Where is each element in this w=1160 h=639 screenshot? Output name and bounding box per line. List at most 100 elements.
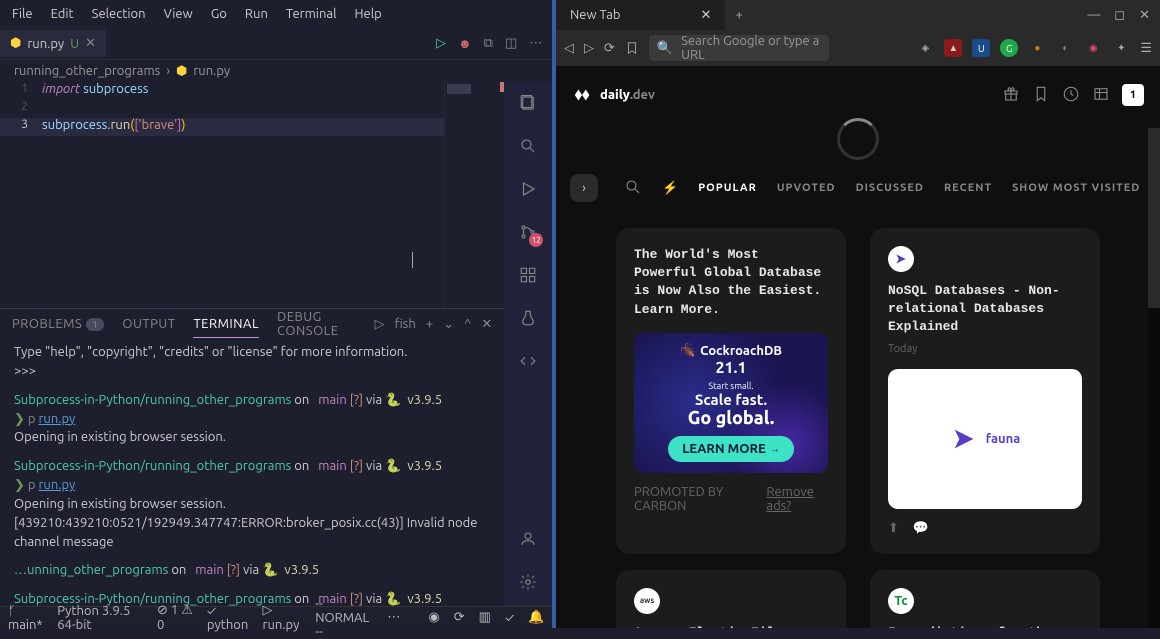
extension-icon[interactable]: ◉ bbox=[1084, 39, 1102, 57]
status-branch[interactable]: ᚶ main* bbox=[8, 604, 43, 632]
close-panel-icon[interactable]: ✕ bbox=[481, 317, 492, 332]
close-window-icon[interactable]: ✕ bbox=[1139, 8, 1150, 23]
scrollbar[interactable] bbox=[1148, 128, 1160, 628]
site-logo[interactable]: daily.dev bbox=[572, 84, 655, 106]
nav-popular[interactable]: POPULAR bbox=[698, 182, 757, 194]
line-number: 1 bbox=[0, 82, 42, 100]
feed-card[interactable]: aws Amazon Elastic File bbox=[616, 570, 846, 628]
bookmark-icon[interactable] bbox=[625, 41, 639, 55]
editor-tab[interactable]: ⬢ run.py U ✕ bbox=[0, 30, 106, 57]
tab-close-icon[interactable]: ✕ bbox=[701, 8, 712, 23]
code-editor[interactable]: 1 import subprocess 2 3 subprocess.run([… bbox=[0, 82, 444, 308]
menu-selection[interactable]: Selection bbox=[84, 3, 154, 25]
reload-icon[interactable]: ⟳ bbox=[604, 41, 615, 56]
maximize-panel-icon[interactable]: ^ bbox=[464, 317, 471, 331]
nav-upvoted[interactable]: UPVOTED bbox=[777, 182, 836, 194]
grid-icon[interactable] bbox=[1092, 85, 1110, 106]
panel-tab-debug[interactable]: DEBUG CONSOLE bbox=[277, 304, 357, 344]
python-icon: ⬢ bbox=[10, 36, 21, 51]
status-layout-icon[interactable]: ▥ bbox=[479, 610, 491, 625]
shell-name[interactable]: fish bbox=[395, 317, 416, 331]
extension-icon[interactable]: ◐ bbox=[1056, 39, 1074, 57]
extensions-menu-icon[interactable]: ✦ bbox=[1112, 39, 1130, 57]
feed-card-ad[interactable]: The World's Most Powerful Global Databas… bbox=[616, 228, 846, 554]
tab-git-status: U bbox=[70, 37, 79, 51]
python-icon: ⬢ bbox=[176, 64, 187, 79]
page-content: daily.dev 1 › ⚡ POPULAR UPVOTED DISCUSSE… bbox=[556, 66, 1160, 628]
split-editor-icon[interactable]: ◫ bbox=[505, 36, 517, 51]
status-bell-icon[interactable]: 🔔 bbox=[528, 610, 544, 625]
hamburger-menu-icon[interactable]: ☰ bbox=[1140, 41, 1152, 56]
search-icon[interactable] bbox=[624, 178, 642, 199]
menu-file[interactable]: File bbox=[4, 3, 41, 25]
promo-label: PROMOTED BY CARBON bbox=[634, 485, 752, 513]
maximize-icon[interactable]: ◻ bbox=[1114, 8, 1125, 23]
status-sync-icon[interactable]: ⟳ bbox=[454, 610, 465, 625]
source-logo-icon: aws bbox=[634, 588, 660, 614]
account-icon[interactable] bbox=[519, 530, 537, 551]
panel-tab-terminal[interactable]: TERMINAL bbox=[193, 311, 259, 338]
expand-sidebar-icon[interactable]: › bbox=[570, 174, 598, 202]
history-icon[interactable] bbox=[1062, 85, 1080, 106]
menu-terminal[interactable]: Terminal bbox=[278, 3, 345, 25]
forward-icon[interactable]: ▷ bbox=[584, 41, 594, 56]
testing-icon[interactable] bbox=[519, 309, 537, 330]
bottom-panel: PROBLEMS1 OUTPUT TERMINAL DEBUG CONSOLE … bbox=[0, 308, 504, 606]
panel-tab-output[interactable]: OUTPUT bbox=[122, 311, 175, 337]
url-bar[interactable]: 🔍 Search Google or type a URL bbox=[649, 35, 829, 61]
terminal[interactable]: Type "help", "copyright", "credits" or "… bbox=[0, 339, 504, 606]
source-control-icon[interactable]: 12 bbox=[519, 223, 537, 244]
menu-help[interactable]: Help bbox=[346, 3, 389, 25]
menu-edit[interactable]: Edit bbox=[43, 3, 82, 25]
bookmark-icon[interactable] bbox=[1032, 85, 1050, 106]
explorer-icon[interactable] bbox=[519, 94, 537, 115]
back-icon[interactable]: ◁ bbox=[564, 41, 574, 56]
remove-ads-link[interactable]: Remove ads? bbox=[766, 485, 828, 513]
extensions-icon[interactable] bbox=[519, 266, 537, 287]
settings-gear-icon[interactable] bbox=[519, 573, 537, 594]
status-prettier-icon[interactable]: ✓ bbox=[505, 611, 514, 625]
feed-card[interactable]: Tc 5 predictions for the bbox=[870, 570, 1100, 628]
run-debug-icon[interactable] bbox=[519, 180, 537, 201]
brave-shield-icon[interactable]: ◈ bbox=[916, 39, 934, 57]
split-terminal-icon[interactable]: ⌄ bbox=[443, 317, 454, 332]
minimap[interactable] bbox=[444, 82, 504, 308]
paren: ) bbox=[181, 118, 185, 132]
menu-view[interactable]: View bbox=[156, 3, 201, 25]
feed-card[interactable]: NoSQL Databases - Non-relational Databas… bbox=[870, 228, 1100, 554]
upvote-icon[interactable]: ⬆ bbox=[888, 521, 899, 536]
extension-icon[interactable]: U bbox=[972, 39, 990, 57]
extension-icon[interactable]: ▲ bbox=[944, 39, 962, 57]
run-file-icon[interactable]: ▷ bbox=[436, 36, 446, 51]
extension-icon[interactable]: G bbox=[1000, 39, 1018, 57]
status-python[interactable]: Python 3.9.5 64-bit bbox=[57, 604, 143, 632]
search-icon[interactable] bbox=[519, 137, 537, 158]
gift-icon[interactable] bbox=[1002, 85, 1020, 106]
vim-status-icon[interactable]: ☻ bbox=[458, 36, 472, 51]
browser-tab[interactable]: New Tab ✕ bbox=[556, 0, 725, 30]
compare-icon[interactable]: ⧉ bbox=[484, 36, 493, 51]
extension-icon[interactable]: ● bbox=[1028, 39, 1046, 57]
status-vim[interactable]: ✓ python bbox=[207, 604, 249, 632]
more-actions-icon[interactable]: ⋯ bbox=[529, 36, 542, 51]
shell-launch-icon[interactable]: ▷ bbox=[375, 317, 385, 332]
comment-icon[interactable]: 💬 bbox=[913, 521, 929, 536]
bolt-icon[interactable]: ⚡ bbox=[662, 181, 678, 196]
notification-badge[interactable]: 1 bbox=[1122, 84, 1144, 106]
nav-discussed[interactable]: DISCUSSED bbox=[856, 182, 924, 194]
remote-icon[interactable] bbox=[519, 352, 537, 373]
breadcrumb-folder: running_other_programs bbox=[14, 64, 160, 78]
panel-tab-problems[interactable]: PROBLEMS1 bbox=[12, 311, 104, 337]
tab-close-icon[interactable]: ✕ bbox=[85, 36, 96, 51]
menu-go[interactable]: Go bbox=[203, 3, 235, 25]
breadcrumb[interactable]: running_other_programs › ⬢ run.py bbox=[0, 60, 552, 82]
nav-show-visited[interactable]: SHOW MOST VISITED bbox=[1012, 182, 1140, 194]
status-more[interactable]: ⋯ bbox=[387, 610, 400, 625]
new-terminal-icon[interactable]: + bbox=[426, 317, 433, 331]
browser-toolbar: ◁ ▷ ⟳ 🔍 Search Google or type a URL ◈ ▲ … bbox=[556, 30, 1160, 66]
nav-recent[interactable]: RECENT bbox=[944, 182, 992, 194]
minimize-icon[interactable]: — bbox=[1087, 8, 1100, 23]
new-tab-icon[interactable]: + bbox=[725, 8, 752, 22]
status-live-icon[interactable]: ◉ bbox=[428, 610, 439, 625]
menu-run[interactable]: Run bbox=[237, 3, 276, 25]
